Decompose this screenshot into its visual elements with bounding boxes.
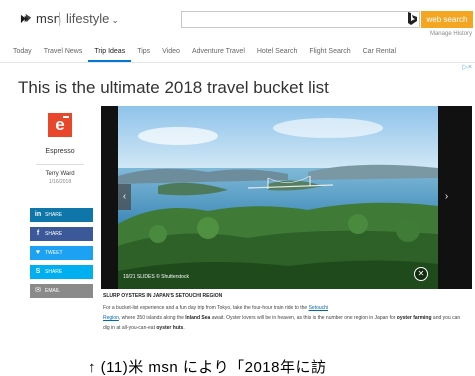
previous-slide-button[interactable]: ‹	[118, 184, 131, 210]
slideshow[interactable]: ‹ › 19/21 SLIDES © Shutterstock ✕	[101, 106, 472, 289]
nav-item-today[interactable]: Today	[7, 43, 38, 62]
category-nav: Today Travel News Trip Ideas Tips Video Adven…	[0, 43, 475, 63]
manage-history-link[interactable]: Manage History	[430, 31, 472, 37]
close-slideshow-button[interactable]: ✕	[414, 267, 428, 281]
chevron-right-icon: ›	[444, 191, 449, 202]
region-link[interactable]: Region	[103, 315, 119, 321]
slide-caption-title: SLURP OYSTERS IN JAPAN'S SETOUCHI REGION	[103, 293, 223, 299]
share-label: TWEET	[45, 250, 63, 256]
close-icon: ✕	[417, 269, 425, 278]
source-divider	[36, 164, 84, 165]
share-label: SHARE	[45, 231, 63, 237]
ad-choices-icon[interactable]: ▷×	[463, 63, 472, 71]
msn-logo[interactable]: msn	[20, 11, 61, 26]
publish-date: 1/16/2018	[48, 179, 72, 185]
nav-item-adventure-travel[interactable]: Adventure Travel	[186, 43, 251, 62]
espresso-logo[interactable]: e	[48, 113, 72, 137]
msn-butterfly-icon	[20, 13, 32, 24]
linkedin-share-button[interactable]: in SHARE	[30, 208, 93, 222]
facebook-icon: f	[36, 230, 40, 237]
share-label: SHARE	[45, 269, 63, 275]
share-label: EMAIL	[45, 288, 61, 294]
figure-caption: ↑ (11)米 msn により「2018年に訪	[88, 359, 327, 376]
mail-icon: ✉	[35, 287, 41, 294]
caption-text: .	[183, 325, 185, 331]
share-label: SHARE	[45, 212, 63, 218]
facebook-share-button[interactable]: f SHARE	[30, 227, 93, 241]
nav-item-travel-news[interactable]: Travel News	[38, 43, 89, 62]
slide-caption-body: For a bucket-list experience and a fun d…	[103, 303, 465, 333]
page-title: This is the ultimate 2018 travel bucket …	[18, 78, 329, 97]
caption-text: await. Oyster lovers will be in heaven, …	[210, 315, 397, 321]
skype-share-button[interactable]: S SHARE	[30, 265, 93, 279]
nav-item-video[interactable]: Video	[156, 43, 186, 62]
linkedin-icon: in	[34, 211, 42, 218]
skype-icon: S	[35, 268, 41, 275]
bing-icon	[408, 12, 417, 25]
nav-item-car-rental[interactable]: Car Rental	[357, 43, 402, 62]
chevron-down-icon: ⌄	[111, 15, 119, 25]
caption-text: , where 350 islands along the	[118, 315, 186, 321]
section-dropdown[interactable]: lifestyle ⌄	[66, 11, 119, 26]
caption-bold: oyster farming	[396, 315, 432, 321]
caption-bold: Inland Sea	[185, 315, 211, 321]
source-name[interactable]: Espresso	[28, 148, 92, 155]
header-divider	[59, 12, 60, 26]
nav-item-hotel-search[interactable]: Hotel Search	[251, 43, 303, 62]
nav-item-trip-ideas[interactable]: Trip Ideas	[88, 43, 132, 62]
slide-photo	[118, 106, 438, 289]
caption-bold: oyster huts	[156, 325, 184, 331]
slide-counter: 19/21 SLIDES © Shutterstock	[123, 274, 189, 280]
section-label: lifestyle	[66, 11, 110, 26]
chevron-left-icon: ‹	[122, 191, 127, 202]
twitter-icon: ♥	[35, 249, 41, 256]
email-share-button[interactable]: ✉ EMAIL	[30, 284, 93, 298]
setouchi-link[interactable]: Setouchi	[309, 305, 328, 311]
caption-text: For a bucket-list experience and a fun d…	[103, 305, 309, 311]
search-input[interactable]	[181, 11, 420, 28]
author-name: Terry Ward	[45, 171, 75, 177]
nav-item-tips[interactable]: Tips	[131, 43, 156, 62]
twitter-share-button[interactable]: ♥ TWEET	[30, 246, 93, 260]
msn-logo-text: msn	[36, 11, 62, 26]
next-slide-button[interactable]: ›	[440, 184, 453, 210]
nav-item-flight-search[interactable]: Flight Search	[303, 43, 356, 62]
web-search-button[interactable]: web search	[421, 11, 473, 28]
